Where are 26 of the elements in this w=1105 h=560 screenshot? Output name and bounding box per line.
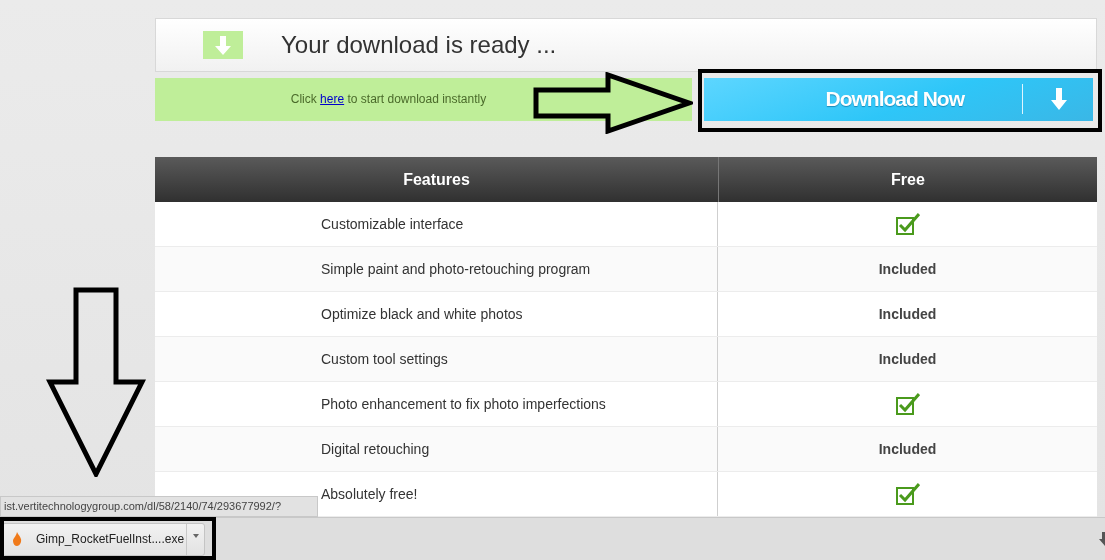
arrow-down-icon[interactable] (1099, 532, 1105, 546)
table-cell: Customizable interface (155, 202, 718, 246)
page-title: Your download is ready ... (281, 30, 557, 59)
table-cell: Optimize black and white photos (155, 292, 718, 336)
table-cell: Simple paint and photo-retouching program (155, 247, 718, 291)
table-cell: Included (878, 351, 937, 367)
checkbox-check-icon (895, 213, 920, 235)
prompt-text: Click here to start download instantly (290, 92, 487, 107)
arrow-down-icon (1051, 88, 1067, 111)
status-url: ist.vertitechnologygroup.com/dl/58/2140/74/293677992/? (0, 496, 318, 517)
table-cell: Photo enhancement to fix photo imperfections (155, 382, 718, 426)
checkbox-check-icon (895, 483, 920, 505)
flame-icon (12, 532, 22, 546)
table-cell: Included (878, 441, 937, 457)
here-link[interactable]: here (320, 92, 345, 107)
download-item[interactable]: Gimp_RocketFuelInst....exe (2, 522, 205, 556)
table-cell: Included (878, 306, 937, 322)
checkbox-check-icon (895, 393, 920, 415)
table-cell: Digital retouching (155, 427, 718, 471)
file-name: Gimp_RocketFuelInst....exe (36, 532, 186, 546)
download-icon (203, 30, 243, 59)
table-cell: Custom tool settings (155, 337, 718, 381)
column-header: Features (155, 157, 719, 202)
table-cell: Included (878, 261, 937, 277)
caret-icon (192, 533, 199, 538)
column-header: Free (890, 169, 926, 190)
